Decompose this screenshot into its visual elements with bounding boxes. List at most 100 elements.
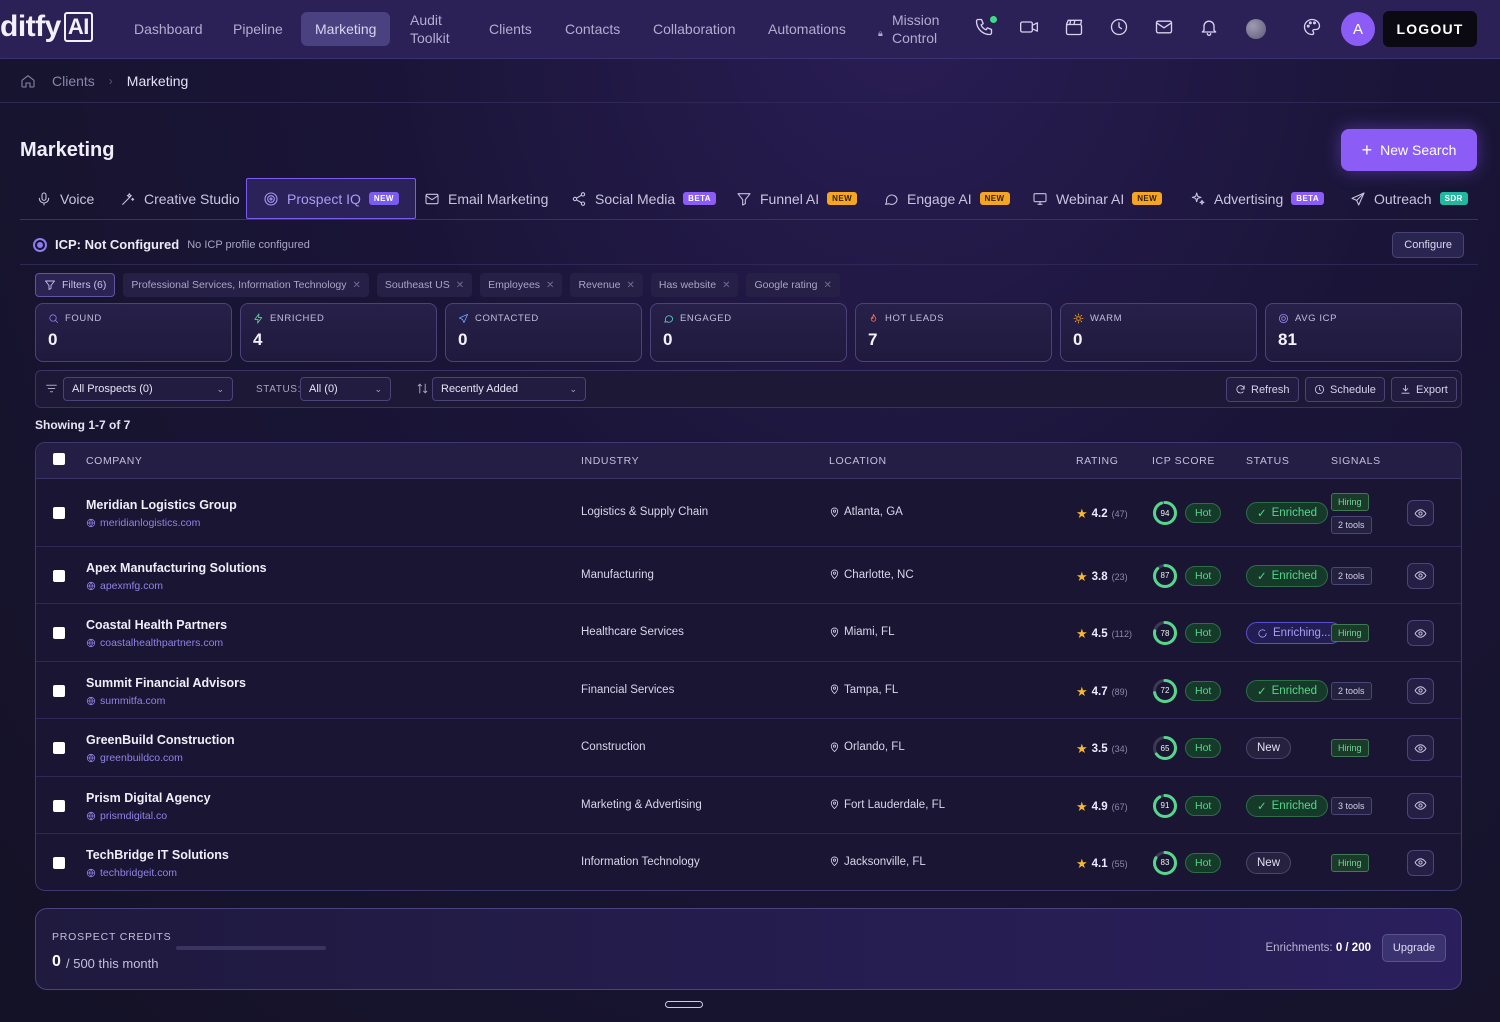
nav-dashboard[interactable]: Dashboard: [120, 12, 217, 46]
tab-label: Social Media: [595, 190, 676, 207]
header-signals[interactable]: SIGNALS: [1331, 455, 1381, 467]
view-button[interactable]: [1407, 792, 1434, 819]
row-checkbox[interactable]: [53, 684, 65, 697]
logout-button[interactable]: LOGOUT: [1383, 11, 1477, 47]
nav-marketing[interactable]: Marketing: [301, 12, 391, 46]
configure-button[interactable]: Configure: [1392, 232, 1464, 258]
nav-mission-control[interactable]: 🔒︎ Mission Control: [878, 12, 953, 46]
header-rating[interactable]: RATING: [1076, 455, 1119, 467]
company-name[interactable]: TechBridge IT Solutions: [86, 848, 229, 862]
refresh-button[interactable]: Refresh: [1226, 377, 1299, 402]
company-website[interactable]: apexmfg.com: [86, 580, 163, 592]
table-row[interactable]: Summit Financial Advisors summitfa.com Fin…: [36, 662, 1461, 719]
nav-audit-toolkit[interactable]: Audit Toolkit: [396, 12, 464, 46]
select-all-checkbox[interactable]: [53, 453, 65, 465]
company-website[interactable]: techbridgeit.com: [86, 867, 177, 879]
palette-icon[interactable]: [1302, 17, 1324, 41]
mail-icon[interactable]: [1154, 17, 1176, 41]
table-row[interactable]: Prism Digital Agency prismdigital.co Marke…: [36, 777, 1461, 834]
company-name[interactable]: Prism Digital Agency: [86, 791, 211, 805]
table-row[interactable]: GreenBuild Construction greenbuildco.com C…: [36, 719, 1461, 777]
row-checkbox[interactable]: [53, 742, 65, 754]
view-button[interactable]: [1407, 677, 1434, 704]
phone-icon[interactable]: [974, 16, 997, 41]
close-icon[interactable]: ✕: [722, 280, 730, 291]
filter-chip-rating[interactable]: Google rating ✕: [746, 273, 840, 297]
status-avatar[interactable]: [1246, 19, 1266, 39]
table-row[interactable]: Apex Manufacturing Solutions apexmfg.com M…: [36, 547, 1461, 604]
row-checkbox[interactable]: [53, 627, 65, 639]
tab-outreach[interactable]: Outreach SDR: [1350, 178, 1468, 219]
status-select[interactable]: All (0) ⌄: [300, 377, 391, 401]
schedule-button[interactable]: Schedule: [1305, 377, 1385, 402]
company-website[interactable]: meridianlogistics.com: [86, 517, 200, 529]
close-icon[interactable]: ✕: [353, 280, 361, 291]
prospects-select[interactable]: All Prospects (0) ⌄: [63, 377, 233, 401]
header-icp-score[interactable]: ICP SCORE: [1152, 455, 1215, 467]
tab-advertising[interactable]: Advertising BETA: [1190, 178, 1325, 219]
home-icon[interactable]: [20, 73, 36, 89]
company-name[interactable]: Summit Financial Advisors: [86, 676, 246, 690]
company-name[interactable]: Coastal Health Partners: [86, 618, 227, 632]
view-button[interactable]: [1407, 849, 1434, 876]
nav-pipeline[interactable]: Pipeline: [219, 12, 297, 46]
company-website[interactable]: summitfa.com: [86, 695, 165, 707]
close-icon[interactable]: ✕: [824, 280, 832, 291]
close-icon[interactable]: ✕: [456, 280, 464, 291]
tab-creative-studio[interactable]: Creative Studio: [120, 178, 240, 219]
bell-icon[interactable]: [1199, 17, 1221, 41]
prospect-credits-panel: PROSPECT CREDITS 0 / 500 this month Enri…: [35, 908, 1462, 990]
company-website[interactable]: prismdigital.co: [86, 810, 167, 822]
tab-social-media[interactable]: Social Media BETA: [571, 178, 716, 219]
clock-icon[interactable]: [1109, 17, 1131, 41]
video-icon[interactable]: [1019, 17, 1041, 41]
drag-handle[interactable]: [665, 1001, 703, 1008]
tab-engage-ai[interactable]: Engage AI NEW: [883, 178, 1010, 219]
table-row[interactable]: Meridian Logistics Group meridianlogistic…: [36, 479, 1461, 547]
view-button[interactable]: [1407, 735, 1434, 761]
filter-chip-employees[interactable]: Employees ✕: [480, 273, 563, 297]
tab-webinar-ai[interactable]: Webinar AI NEW: [1032, 178, 1163, 219]
tab-voice[interactable]: Voice: [36, 178, 94, 219]
row-checkbox[interactable]: [53, 569, 65, 582]
company-name[interactable]: GreenBuild Construction: [86, 733, 235, 747]
view-button[interactable]: [1407, 562, 1434, 589]
user-avatar[interactable]: A: [1341, 12, 1375, 46]
view-button[interactable]: [1407, 620, 1434, 646]
breadcrumb-clients[interactable]: Clients: [52, 73, 95, 89]
upgrade-button[interactable]: Upgrade: [1382, 934, 1446, 962]
row-checkbox[interactable]: [53, 799, 65, 812]
filter-chip-revenue[interactable]: Revenue ✕: [570, 273, 643, 297]
nav-clients[interactable]: Clients: [475, 12, 546, 46]
tab-email-marketing[interactable]: Email Marketing: [424, 178, 548, 219]
company-website[interactable]: coastalhealthpartners.com: [86, 637, 223, 649]
row-checkbox[interactable]: [53, 856, 65, 869]
filters-button[interactable]: Filters (6): [35, 273, 116, 297]
nav-contacts[interactable]: Contacts: [551, 12, 634, 46]
close-icon[interactable]: ✕: [546, 280, 554, 291]
sort-select[interactable]: Recently Added ⌄: [432, 377, 586, 401]
header-status[interactable]: STATUS: [1246, 455, 1289, 467]
view-button[interactable]: [1407, 500, 1434, 526]
table-row[interactable]: TechBridge IT Solutions techbridgeit.com I…: [36, 834, 1461, 890]
new-search-button[interactable]: + New Search: [1341, 129, 1477, 171]
filter-chip-website[interactable]: Has website ✕: [650, 273, 739, 297]
row-checkbox[interactable]: [53, 507, 65, 519]
nav-automations[interactable]: Automations: [754, 12, 860, 46]
filter-chip-region[interactable]: Southeast US ✕: [376, 273, 473, 297]
company-name[interactable]: Apex Manufacturing Solutions: [86, 561, 267, 575]
tab-prospect-iq[interactable]: Prospect IQ NEW: [246, 178, 416, 219]
nav-collaboration[interactable]: Collaboration: [639, 12, 750, 46]
table-row[interactable]: Coastal Health Partners coastalhealthpart…: [36, 604, 1461, 662]
tab-funnel-ai[interactable]: Funnel AI NEW: [736, 178, 858, 219]
company-name[interactable]: Meridian Logistics Group: [86, 498, 237, 512]
clapperboard-icon[interactable]: [1064, 17, 1086, 41]
header-company[interactable]: COMPANY: [86, 455, 143, 467]
header-industry[interactable]: INDUSTRY: [581, 455, 639, 467]
export-button[interactable]: Export: [1391, 377, 1457, 402]
app-logo[interactable]: ditfy AI: [0, 10, 93, 44]
filter-chip-industry[interactable]: Professional Services, Information Techn…: [123, 273, 369, 297]
close-icon[interactable]: ✕: [626, 280, 634, 291]
header-location[interactable]: LOCATION: [829, 455, 887, 467]
company-website[interactable]: greenbuildco.com: [86, 752, 183, 764]
